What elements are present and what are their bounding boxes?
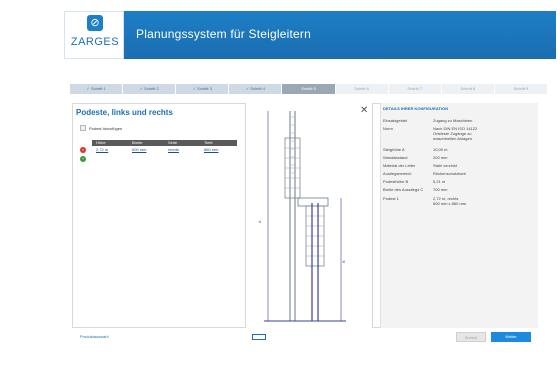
detail-label: Wandabstand [383, 155, 408, 160]
detail-label: Steighöhe A [383, 147, 405, 152]
step-tab-2[interactable]: ✓ Schritt 2 [123, 84, 177, 94]
step-tab-9[interactable]: Schritt 9 [494, 84, 548, 94]
cell-height[interactable]: 2,72 m [92, 147, 128, 153]
ladder-diagram: A B [257, 111, 346, 322]
zarges-logo: ⊘ ZARGES [64, 11, 124, 59]
table-row: 2,72 m 600 mm rechts 860 mm [92, 147, 237, 153]
step-tab-7[interactable]: Schritt 7 [388, 84, 442, 94]
detail-row: Podest 1 2,72 m, rechts 600 mm x 860 mm [383, 196, 533, 206]
detail-value: 10,00 m [433, 147, 448, 152]
detail-row: Breite des Ausstiegs C 700 mm [383, 187, 533, 192]
add-podest-label: Podest hinzufügen [89, 125, 123, 131]
detail-label: Breite des Ausstiegs C [383, 187, 424, 192]
step-tab-4[interactable]: ✓ Schritt 4 [229, 84, 283, 94]
detail-value: Rückenschutzkorb [433, 171, 466, 176]
col-side-header: Seite [168, 140, 178, 145]
step-tab-3[interactable]: ✓ Schritt 3 [176, 84, 230, 94]
ladder-drawing: A B [245, 103, 373, 328]
product-selection-link[interactable]: Produktauswahl [80, 334, 108, 339]
detail-label: Norm [383, 126, 393, 131]
add-checkbox-icon [80, 125, 86, 131]
detail-value: 5,21 m [433, 179, 446, 184]
section-title: Podeste, links und rechts [76, 108, 173, 117]
detail-label: Podest 1 [383, 196, 399, 201]
add-podest-link[interactable]: Podest hinzufügen [80, 125, 122, 131]
details-title: DETAILS IHRER KONFIGURATION [383, 106, 448, 111]
logo-text: ZARGES [70, 36, 120, 48]
app-title: Planungssystem für Steigleitern [136, 27, 311, 41]
podest-table-header: Höhe Breite Seite Tiefe [92, 140, 237, 146]
step-navigation: ✓ Schritt 1 ✓ Schritt 2 ✓ Schritt 3 ✓ Schri… [70, 84, 548, 94]
detail-label: Austiegsbereich [383, 171, 412, 176]
detail-value: 200 mm [433, 155, 448, 160]
step-tab-5[interactable]: Schritt 5 [282, 84, 336, 94]
detail-row: Podesthöhe B 5,21 m [383, 179, 533, 184]
detail-row: Austiegsbereich Rückenschutzkorb [383, 171, 533, 176]
cell-width[interactable]: 600 mm [128, 147, 164, 153]
svg-text:A: A [257, 220, 262, 223]
col-depth-header: Tiefe [204, 140, 213, 145]
zarges-mark-icon: ⊘ [87, 15, 103, 31]
detail-label: Einsatzgebiet [383, 118, 408, 123]
detail-value: Nach DIN EN ISO 14122 Ortsfeste Zugänge … [433, 126, 478, 141]
col-height-header: Höhe [96, 140, 106, 145]
detail-row: Einsatzgebiet Zugang zu Maschinen [383, 118, 533, 123]
app-window: ⊘ ZARGES Planungssystem für Steigleitern… [0, 0, 560, 385]
step-tab-6[interactable]: Schritt 6 [335, 84, 389, 94]
detail-row: Steighöhe A 10,00 m [383, 147, 533, 152]
step-tab-8[interactable]: Schritt 8 [441, 84, 495, 94]
col-width-header: Breite [132, 140, 143, 145]
close-icon[interactable]: ✕ [360, 106, 368, 116]
back-button[interactable]: Zurück [456, 332, 486, 342]
delete-row-icon[interactable]: × [80, 147, 86, 153]
detail-label: Podesthöhe B [383, 179, 409, 184]
detail-label: Material der Leiter [383, 163, 416, 168]
step-tab-1[interactable]: ✓ Schritt 1 [70, 84, 124, 94]
svg-text:B: B [341, 260, 346, 263]
detail-row: Material der Leiter Stahl verzinkt [383, 163, 533, 168]
detail-row: Norm Nach DIN EN ISO 14122 Ortsfeste Zugä… [383, 126, 533, 141]
cell-depth[interactable]: 860 mm [200, 147, 237, 153]
cell-side[interactable]: rechts [164, 147, 200, 153]
detail-value: 2,72 m, rechts 600 mm x 860 mm [433, 196, 467, 206]
detail-value: Zugang zu Maschinen [433, 118, 473, 123]
detail-value: Stahl verzinkt [433, 163, 458, 168]
next-button[interactable]: Weiter [491, 332, 531, 342]
add-row-icon[interactable]: + [80, 156, 86, 162]
detail-value: 700 mm [433, 187, 448, 192]
detail-row: Wandabstand 200 mm [383, 155, 533, 160]
view-toggle-icon[interactable] [252, 334, 266, 340]
